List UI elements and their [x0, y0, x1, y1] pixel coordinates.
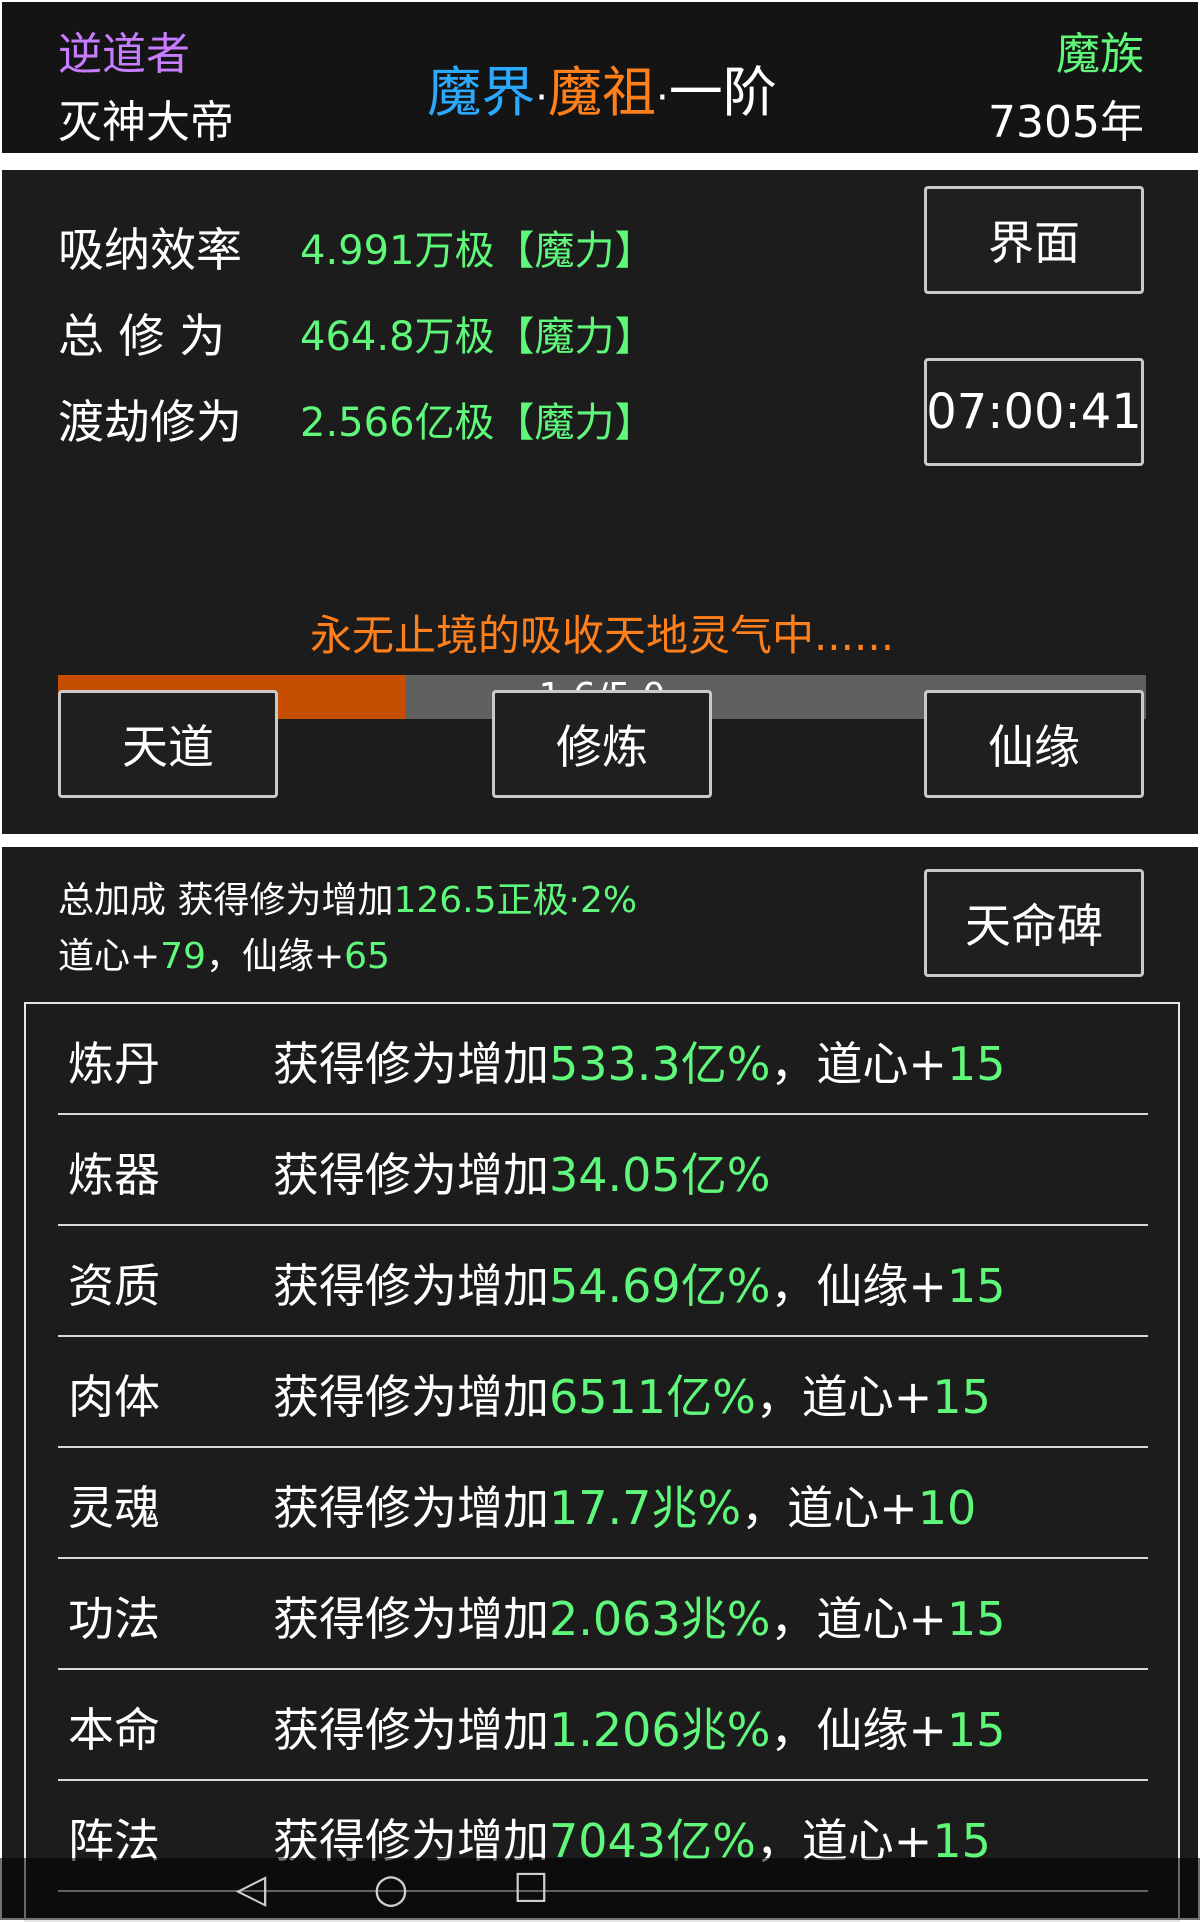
bonus-extra: 15: [946, 1592, 1006, 1646]
bonus-summary-value: 126.5正极·2%: [393, 880, 638, 921]
back-icon[interactable]: ◁: [228, 1866, 274, 1912]
bonus-prefix: 获得修为增加: [273, 1037, 549, 1091]
realm-world: 魔界: [427, 61, 536, 124]
bonus-prefix: 获得修为增加: [273, 1481, 549, 1535]
cultivate-button[interactable]: 修炼: [492, 690, 712, 798]
bonus-name: 炼丹: [68, 1037, 160, 1091]
list-item[interactable]: 炼器 获得修为增加34.05亿%: [58, 1115, 1148, 1226]
bonus-list[interactable]: 炼丹 获得修为增加533.3亿%，道心+15 炼器 获得修为增加34.05亿% …: [24, 1002, 1180, 1922]
bonus-name: 本命: [68, 1703, 160, 1757]
bonus-desc: 获得修为增加17.7兆%，道心+10: [273, 1472, 976, 1538]
bonus-prefix: 获得修为增加: [273, 1370, 549, 1424]
bonus-summary-line1: 总加成 获得修为增加126.5正极·2%: [58, 871, 637, 923]
bonus-summary-line2: 道心+79，仙缘+65: [58, 927, 390, 979]
age-label: 7305年: [988, 97, 1144, 148]
bonus-desc: 获得修为增加2.063兆%，道心+15: [273, 1583, 1006, 1649]
home-icon[interactable]: ○: [368, 1866, 414, 1912]
bonus-desc: 获得修为增加34.05亿%: [273, 1139, 770, 1205]
interface-button[interactable]: 界面: [924, 186, 1144, 294]
bonus-value: 34.05亿%: [549, 1148, 771, 1202]
stat-value: 4.991万极【魔力】: [300, 228, 655, 274]
realm-separator: ·: [535, 75, 548, 121]
fate-label: ，仙缘+: [205, 936, 345, 977]
bonus-prefix: 获得修为增加: [273, 1703, 549, 1757]
dao-heart-value: 79: [160, 936, 206, 977]
bonus-name: 功法: [68, 1592, 160, 1646]
stat-label: 总 修 为: [58, 309, 226, 363]
cultivation-panel: 吸纳效率 4.991万极【魔力】 总 修 为 464.8万极【魔力】 渡劫修为 …: [0, 168, 1200, 836]
list-item[interactable]: 灵魂 获得修为增加17.7兆%，道心+10: [58, 1448, 1148, 1559]
bonus-sep: ，道心+: [770, 1037, 947, 1091]
bonus-extra: 15: [946, 1259, 1006, 1313]
realm-stage: 一阶: [668, 61, 777, 124]
dao-heart-label: 道心+: [58, 936, 161, 977]
bonus-desc: 获得修为增加54.69亿%，仙缘+15: [273, 1250, 1006, 1316]
list-item[interactable]: 资质 获得修为增加54.69亿%，仙缘+15: [58, 1226, 1148, 1337]
realm-rank: 魔祖: [548, 61, 656, 124]
stat-value: 2.566亿极【魔力】: [300, 400, 655, 446]
bonus-name: 肉体: [68, 1370, 160, 1424]
bonus-name: 灵魂: [68, 1481, 160, 1535]
bonus-extra: 15: [932, 1370, 991, 1424]
recents-icon[interactable]: ☐: [508, 1866, 554, 1912]
bonus-sep: ，仙缘+: [770, 1703, 947, 1757]
bonus-extra: 15: [946, 1703, 1006, 1757]
bonus-name: 资质: [68, 1259, 160, 1313]
bonus-value: 2.063兆%: [549, 1592, 771, 1646]
list-item[interactable]: 肉体 获得修为增加6511亿%，道心+15: [58, 1337, 1148, 1448]
bonus-desc: 获得修为增加1.206兆%，仙缘+15: [273, 1694, 1006, 1760]
stat-label: 渡劫修为: [58, 395, 242, 449]
heaven-button[interactable]: 天道: [58, 690, 278, 798]
bonus-summary-label: 总加成 获得修为增加: [58, 880, 394, 921]
timer-button[interactable]: 07:00:41: [924, 358, 1144, 466]
bonus-extra: 10: [917, 1481, 977, 1535]
bonus-value: 533.3亿%: [549, 1037, 771, 1091]
stat-label: 吸纳效率: [58, 223, 242, 277]
fate-value: 65: [344, 936, 390, 977]
bonus-sep: ，仙缘+: [770, 1259, 947, 1313]
bonus-sep: ，道心+: [755, 1370, 933, 1424]
list-item[interactable]: 本命 获得修为增加1.206兆%，仙缘+15: [58, 1670, 1148, 1781]
stat-value: 464.8万极【魔力】: [300, 314, 655, 360]
bonus-value: 6511亿%: [549, 1370, 756, 1424]
destiny-stele-button[interactable]: 天命碑: [924, 869, 1144, 977]
bonus-sep: ，道心+: [741, 1481, 918, 1535]
bonus-sep: ，道心+: [770, 1592, 947, 1646]
bonus-value: 54.69亿%: [549, 1259, 771, 1313]
race-label: 魔族: [1056, 29, 1144, 80]
header-panel: 逆道者 灭神大帝 魔界·魔祖·一阶 魔族 7305年: [0, 0, 1200, 155]
system-navigation-bar: ◁ ○ ☐: [0, 1858, 1200, 1920]
bonus-desc: 获得修为增加533.3亿%，道心+15: [273, 1028, 1006, 1094]
bonus-panel: 总加成 获得修为增加126.5正极·2% 道心+79，仙缘+65 天命碑 炼丹 …: [0, 845, 1200, 1922]
bonus-prefix: 获得修为增加: [273, 1148, 549, 1202]
bonus-value: 1.206兆%: [549, 1703, 771, 1757]
list-item[interactable]: 炼丹 获得修为增加533.3亿%，道心+15: [58, 1004, 1148, 1115]
bonus-value: 17.7兆%: [549, 1481, 742, 1535]
realm-separator: ·: [656, 75, 669, 121]
bonus-name: 炼器: [68, 1148, 160, 1202]
bonus-prefix: 获得修为增加: [273, 1592, 549, 1646]
status-message: 永无止境的吸收天地灵气中......: [309, 611, 895, 660]
list-item[interactable]: 功法 获得修为增加2.063兆%，道心+15: [58, 1559, 1148, 1670]
bonus-prefix: 获得修为增加: [273, 1259, 549, 1313]
bonus-extra: 15: [946, 1037, 1006, 1091]
bonus-desc: 获得修为增加6511亿%，道心+15: [273, 1361, 991, 1427]
fate-button[interactable]: 仙缘: [924, 690, 1144, 798]
